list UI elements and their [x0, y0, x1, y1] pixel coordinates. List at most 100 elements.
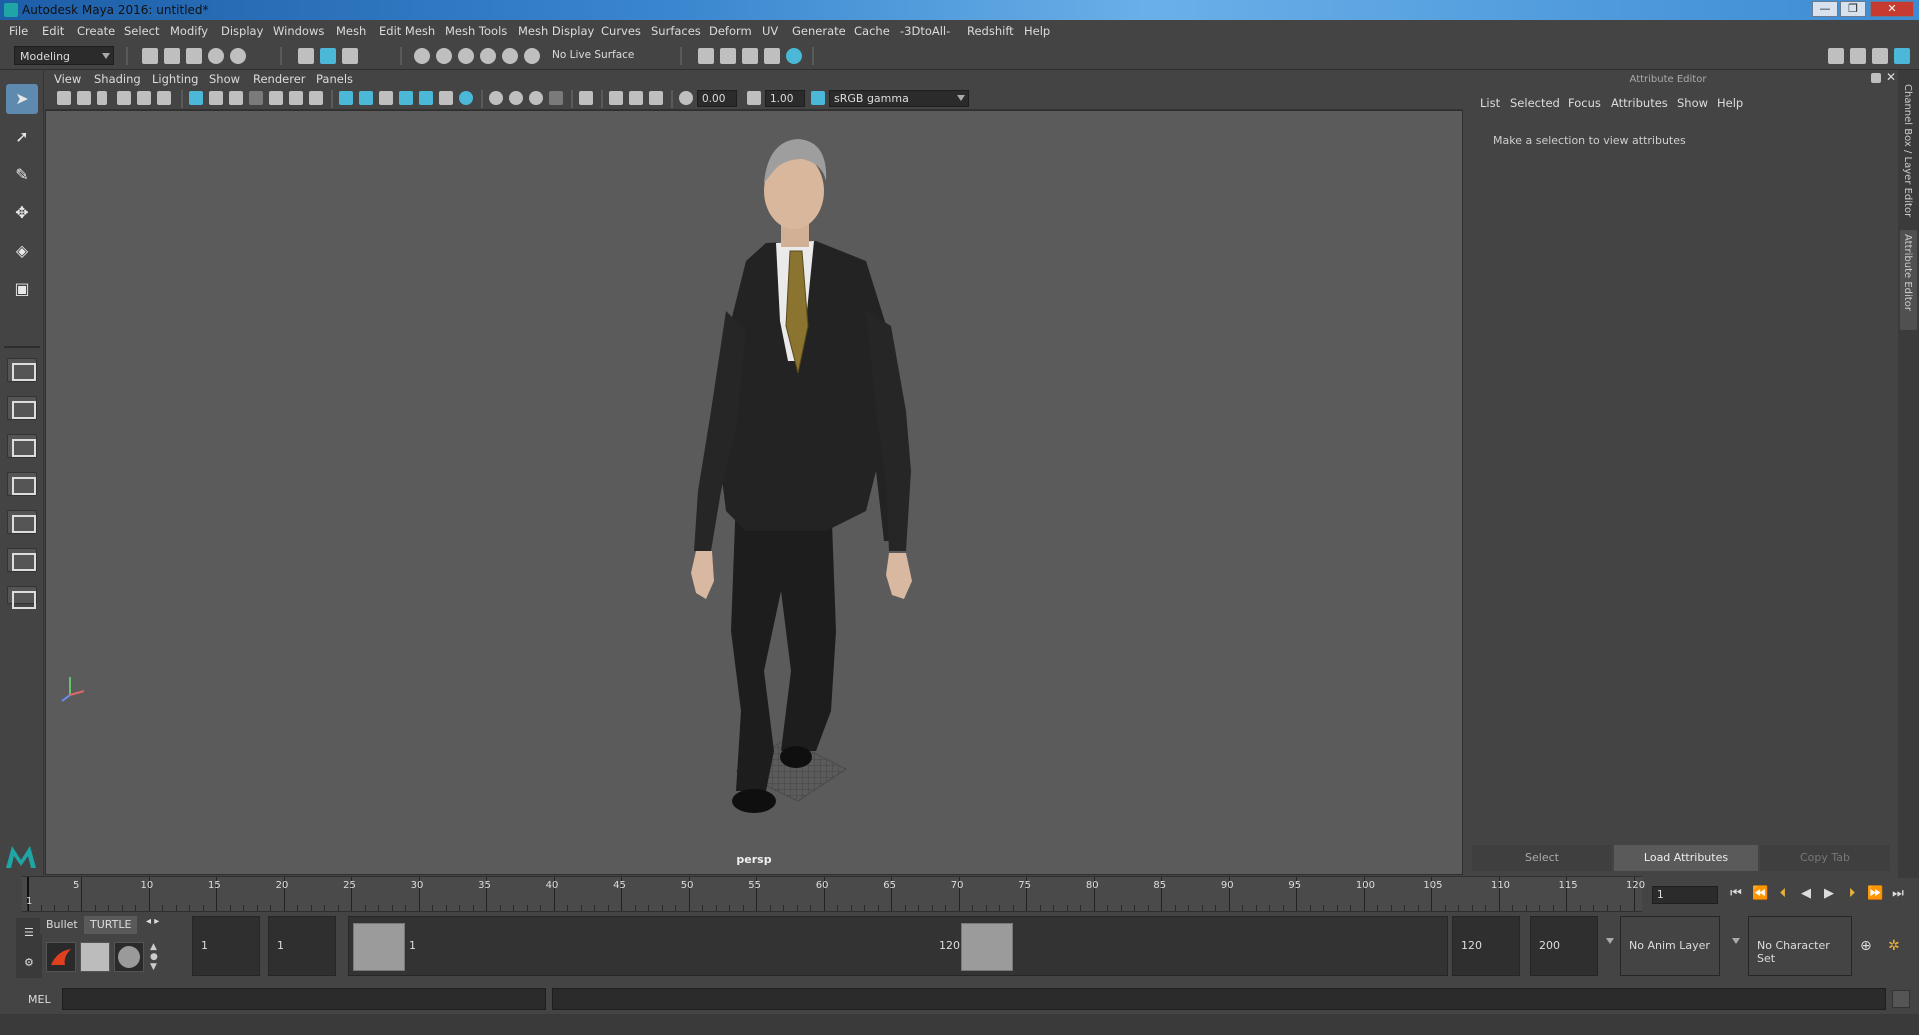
load-attributes-button[interactable]: Load Attributes	[1614, 845, 1758, 871]
menu-uv[interactable]: UV	[762, 24, 778, 38]
ipr-render-icon[interactable]	[742, 48, 758, 64]
step-back-key-icon[interactable]: ⏴	[1775, 886, 1791, 902]
menu-windows[interactable]: Windows	[273, 24, 324, 38]
range-start-handle[interactable]	[353, 923, 405, 971]
play-backward-icon[interactable]: ◀	[1798, 886, 1814, 902]
custom-layout-button[interactable]	[7, 586, 37, 609]
xray-joints-icon[interactable]	[609, 91, 623, 105]
shelf-menu-icon[interactable]: ☰	[24, 926, 34, 939]
menu-select[interactable]: Select	[124, 24, 159, 38]
script-editor-icon[interactable]	[1892, 990, 1910, 1008]
menu-modify[interactable]: Modify	[170, 24, 208, 38]
modeling-toolkit-icon[interactable]	[1828, 48, 1844, 64]
wireframe-icon[interactable]	[339, 91, 353, 105]
menu-curves[interactable]: Curves	[601, 24, 641, 38]
ambient-occlusion-icon[interactable]	[459, 91, 473, 105]
xray-icon[interactable]	[579, 91, 593, 105]
step-forward-key-icon[interactable]: ⏵	[1844, 886, 1860, 902]
snap-to-point-icon[interactable]	[458, 48, 474, 64]
auto-key-icon[interactable]: ⊕	[1860, 938, 1872, 954]
single-perspective-view-button[interactable]	[7, 358, 37, 382]
render-view-icon[interactable]	[698, 48, 714, 64]
sphere-shelf-icon[interactable]	[114, 942, 144, 972]
shelf-settings-icon[interactable]: ⚙	[24, 956, 34, 969]
isolate-select-icon[interactable]	[549, 91, 563, 105]
menu-deform[interactable]: Deform	[709, 24, 752, 38]
snap-to-curve-icon[interactable]	[436, 48, 452, 64]
select-button[interactable]: Select	[1472, 845, 1612, 871]
menu-surfaces[interactable]: Surfaces	[651, 24, 701, 38]
new-scene-icon[interactable]	[142, 48, 158, 64]
ae-menu-list[interactable]: List	[1480, 96, 1500, 110]
make-live-icon[interactable]	[502, 48, 518, 64]
animation-preferences-icon[interactable]: ✲	[1888, 938, 1900, 954]
bookmark-icon[interactable]	[97, 91, 107, 105]
snap-to-grid-icon[interactable]	[414, 48, 430, 64]
channel-box-icon[interactable]	[1894, 48, 1910, 64]
anti-aliasing-icon[interactable]	[509, 91, 523, 105]
live-surface-field[interactable]: No Live Surface	[548, 47, 648, 66]
scale-tool[interactable]: ▣	[6, 274, 38, 304]
current-frame-field[interactable]: 1	[1652, 886, 1718, 904]
viewport-menu-lighting[interactable]: Lighting	[152, 72, 198, 86]
motion-blur-icon[interactable]	[489, 91, 503, 105]
gamma-icon[interactable]	[747, 91, 761, 105]
select-tool[interactable]: ➤	[6, 84, 38, 114]
hypershade-icon[interactable]	[786, 48, 802, 64]
textured-icon[interactable]	[399, 91, 413, 105]
viewport-menu-shading[interactable]: Shading	[94, 72, 141, 86]
select-by-component-icon[interactable]	[342, 48, 358, 64]
time-slider[interactable]: 1 5 10 15 20 25 30 35 40 45 50 55 60 65 70 75 80 85 90 95 1…	[22, 876, 1645, 912]
image-plane-icon[interactable]	[117, 91, 131, 105]
restore-button[interactable]: ❐	[1840, 1, 1866, 17]
command-input[interactable]	[62, 988, 546, 1010]
close-panel-icon[interactable]: ✕	[1886, 70, 1896, 84]
menu-generate[interactable]: Generate	[792, 24, 846, 38]
rotate-tool[interactable]: ◈	[6, 236, 38, 266]
2d-pan-zoom-icon[interactable]	[137, 91, 151, 105]
menu-redshift[interactable]: Redshift	[967, 24, 1014, 38]
shelf-tabs-scroll-icon[interactable]: ◂ ▸	[146, 916, 159, 927]
fire-shelf-icon[interactable]	[46, 942, 76, 972]
film-gate-icon[interactable]	[209, 91, 223, 105]
animation-start-box[interactable]: 1	[192, 916, 260, 976]
save-scene-icon[interactable]	[186, 48, 202, 64]
tool-settings-icon[interactable]	[1872, 48, 1888, 64]
menu-cache[interactable]: Cache	[854, 24, 890, 38]
undo-icon[interactable]	[208, 48, 224, 64]
resolution-gate-icon[interactable]	[229, 91, 243, 105]
ae-menu-focus[interactable]: Focus	[1568, 96, 1601, 110]
attribute-editor-tab[interactable]: Attribute Editor	[1900, 230, 1917, 330]
attribute-editor-toggle-icon[interactable]	[1850, 48, 1866, 64]
play-forward-icon[interactable]: ▶	[1821, 886, 1837, 902]
render-current-frame-icon[interactable]	[720, 48, 736, 64]
open-scene-icon[interactable]	[164, 48, 180, 64]
hypershade-layout-button[interactable]	[7, 510, 37, 534]
menu-help[interactable]: Help	[1024, 24, 1050, 38]
anim-layer-dropdown[interactable]: No Anim Layer	[1620, 916, 1720, 976]
exposure-field[interactable]: 0.00	[697, 90, 737, 107]
viewport-menu-view[interactable]: View	[54, 72, 81, 86]
script-language-label[interactable]: MEL	[28, 993, 51, 1006]
gamma-field[interactable]: 1.00	[765, 90, 805, 107]
redo-icon[interactable]	[230, 48, 246, 64]
menu-mesh[interactable]: Mesh	[336, 24, 366, 38]
persp-outliner-layout-button[interactable]	[7, 434, 37, 458]
float-panel-icon[interactable]	[1871, 73, 1881, 83]
ae-menu-show[interactable]: Show	[1677, 96, 1708, 110]
outliner-persp-layout-button[interactable]	[7, 548, 37, 572]
channel-box-tab[interactable]: Channel Box / Layer Editor	[1900, 80, 1917, 230]
paint-select-tool[interactable]: ✎	[6, 160, 38, 190]
select-by-hierarchy-icon[interactable]	[298, 48, 314, 64]
shelf-scroll-arrows-icon[interactable]: ▲ ● ▼	[150, 942, 158, 972]
ae-menu-selected[interactable]: Selected	[1510, 96, 1560, 110]
snap-to-view-plane-icon[interactable]	[480, 48, 496, 64]
ae-menu-help[interactable]: Help	[1717, 96, 1743, 110]
menu-mesh-display[interactable]: Mesh Display	[518, 24, 594, 38]
backface-culling-icon[interactable]	[649, 91, 663, 105]
close-button[interactable]: ✕	[1870, 1, 1914, 17]
safe-title-icon[interactable]	[309, 91, 323, 105]
minimize-button[interactable]: —	[1812, 1, 1838, 17]
perspective-viewport[interactable]: persp	[45, 110, 1463, 875]
four-view-layout-button[interactable]	[7, 396, 37, 420]
